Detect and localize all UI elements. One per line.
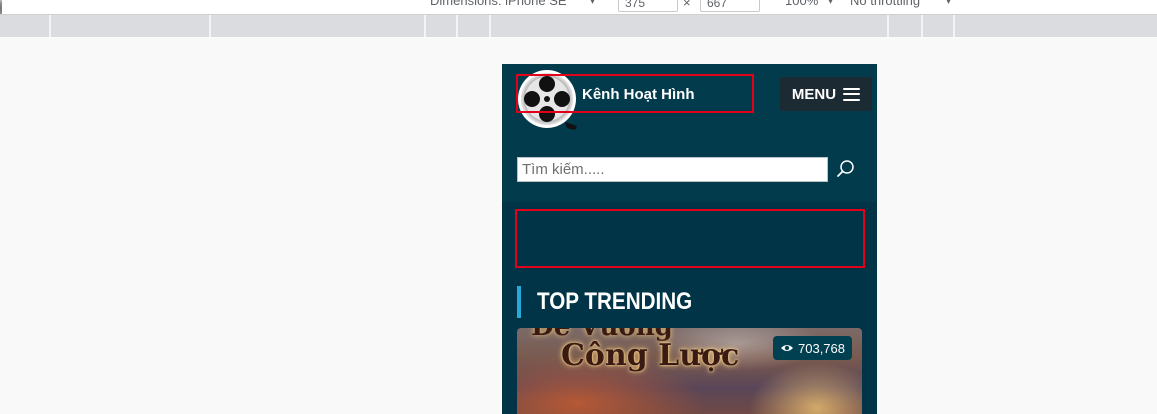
throttling-selector[interactable]: No throttling bbox=[850, 0, 920, 8]
highlight-box bbox=[516, 74, 754, 113]
zoom-selector[interactable]: 100% bbox=[785, 0, 818, 8]
dimension-times-label: × bbox=[683, 0, 691, 10]
view-count-badge: 703,768 bbox=[773, 336, 852, 360]
search-icon[interactable] bbox=[836, 159, 856, 179]
ruler-divider bbox=[953, 15, 955, 37]
menu-button-label: MENU bbox=[791, 85, 837, 103]
device-height-input[interactable]: 667 bbox=[700, 0, 760, 12]
trending-card[interactable]: Đế Vương Công Lược 703,768 bbox=[517, 328, 862, 414]
emulated-viewport: Kênh Hoạt Hình MENU TOP TRENDING Đế Vươn… bbox=[502, 64, 877, 414]
menu-icon bbox=[843, 87, 861, 101]
ruler-divider bbox=[489, 15, 491, 37]
section-title: TOP TRENDING bbox=[537, 288, 693, 315]
zoom-dropdown-caret-icon[interactable]: ▾ bbox=[828, 0, 833, 7]
ruler-divider bbox=[209, 15, 211, 37]
search-input[interactable] bbox=[517, 157, 828, 182]
card-thumbnail-title: Công Lược bbox=[561, 338, 740, 373]
media-query-ruler[interactable] bbox=[0, 15, 1157, 37]
ruler-divider bbox=[887, 15, 889, 37]
ruler-divider bbox=[921, 15, 923, 37]
devtools-device-toolbar: Dimensions: iPhone SE ▾ 375 × 667 100% ▾… bbox=[0, 0, 1157, 15]
rotate-icon[interactable] bbox=[0, 0, 2, 14]
ruler-divider bbox=[424, 15, 426, 37]
eye-icon bbox=[781, 345, 793, 351]
highlight-box-ad-slot bbox=[515, 209, 865, 268]
device-width-input[interactable]: 375 bbox=[618, 0, 678, 12]
menu-button[interactable]: MENU bbox=[780, 77, 872, 111]
device-dropdown-caret-icon[interactable]: ▾ bbox=[590, 0, 595, 7]
section-accent-bar bbox=[517, 286, 521, 318]
throttling-dropdown-caret-icon[interactable]: ▾ bbox=[946, 0, 951, 7]
device-selector[interactable]: Dimensions: iPhone SE bbox=[430, 0, 567, 8]
ruler-divider bbox=[49, 15, 51, 37]
ruler-divider bbox=[456, 15, 458, 37]
site-header: Kênh Hoạt Hình MENU bbox=[502, 64, 877, 202]
view-count: 703,768 bbox=[798, 340, 845, 356]
